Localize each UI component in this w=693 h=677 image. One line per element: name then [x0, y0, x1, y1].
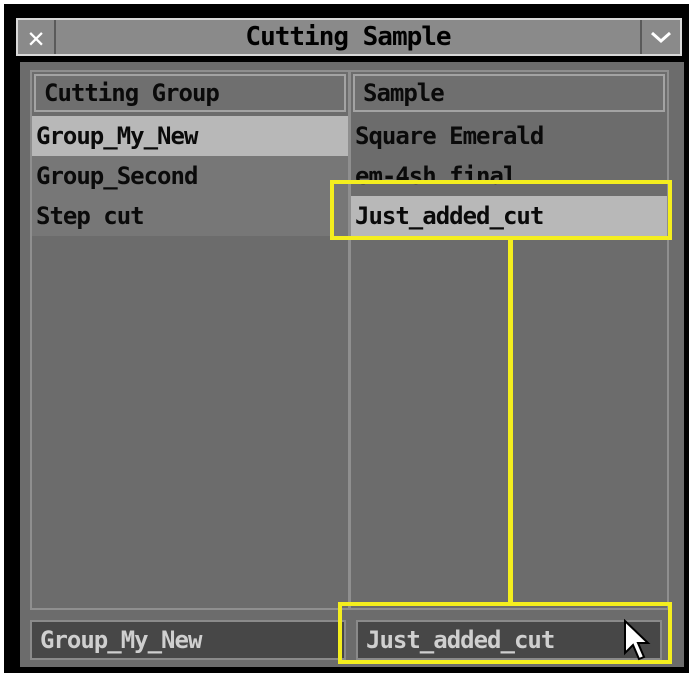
cutting-group-list: Group_My_New Group_Second Step cut — [32, 116, 348, 236]
list-item[interactable]: Group_My_New — [32, 116, 348, 156]
window-body: Cutting Group Group_My_New Group_Second … — [20, 62, 684, 667]
sample-status: Just_added_cut — [356, 620, 662, 660]
list-item[interactable]: Square Emerald — [351, 116, 667, 156]
list-item-label: Just_added_cut — [355, 202, 544, 230]
list-item-label: Group_Second — [36, 162, 198, 190]
cutting-group-status: Group_My_New — [30, 620, 346, 660]
window-title: Cutting Sample — [245, 22, 451, 52]
window-menu-button[interactable] — [640, 20, 680, 54]
cutting-group-panel: Cutting Group Group_My_New Group_Second … — [30, 70, 350, 610]
list-item-label: Group_My_New — [36, 122, 198, 150]
list-item[interactable]: Group_Second — [32, 156, 348, 196]
list-item-label: Step cut — [36, 202, 145, 230]
list-item[interactable]: Just_added_cut — [351, 196, 667, 236]
sample-panel: Sample Square Emerald em-4sh final Just_… — [349, 70, 669, 610]
list-item[interactable]: Step cut — [32, 196, 348, 236]
title-bar: ✕ Cutting Sample — [16, 18, 682, 56]
list-item[interactable]: em-4sh final — [351, 156, 667, 196]
sample-list: Square Emerald em-4sh final Just_added_c… — [351, 116, 667, 236]
cutting-sample-window: ✕ Cutting Sample Cutting Group Group_My_… — [4, 4, 689, 673]
cutting-group-header[interactable]: Cutting Group — [34, 74, 346, 112]
mouse-pointer-icon — [624, 619, 651, 661]
chevron-down-icon — [651, 31, 671, 44]
close-icon: ✕ — [27, 20, 45, 54]
close-button[interactable]: ✕ — [18, 20, 56, 54]
list-item-label: Square Emerald — [355, 122, 544, 150]
list-item-label: em-4sh final — [355, 162, 517, 190]
sample-header[interactable]: Sample — [353, 74, 665, 112]
